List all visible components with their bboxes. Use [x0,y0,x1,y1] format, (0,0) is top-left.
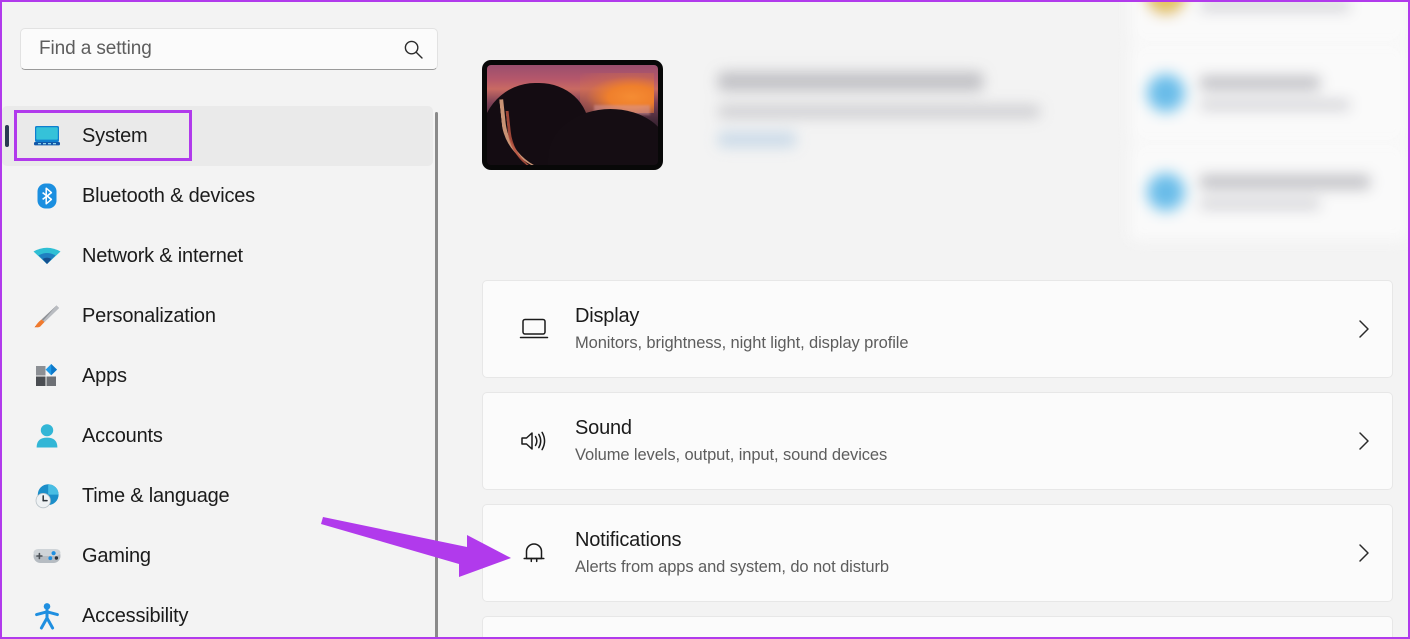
sidebar-item-label: Personalization [82,304,216,327]
sidebar-nav-list: System Bluetooth & devices Network & int… [2,106,439,637]
person-icon [30,419,64,453]
gamepad-icon [30,539,64,573]
bell-icon [511,539,557,567]
sidebar-item-system[interactable]: System [2,106,433,166]
accessibility-icon [30,599,64,633]
chevron-right-icon[interactable] [1336,430,1392,452]
blurred-icon [1146,172,1186,212]
rename-link-line [718,132,796,147]
selection-indicator [5,125,9,147]
search-box[interactable] [20,28,438,70]
chevron-right-icon[interactable] [1336,542,1392,564]
device-hero [482,60,1040,170]
blurred-card [1130,144,1408,240]
sidebar-scrollbar[interactable] [435,112,438,637]
sidebar-item-label: Network & internet [82,244,243,267]
sidebar-item-label: Apps [82,364,127,387]
sidebar-item-time-language[interactable]: Time & language [2,466,439,526]
blurred-card [1130,45,1408,141]
sidebar-item-apps[interactable]: Apps [2,346,439,406]
settings-card-title: Sound [575,417,632,439]
chevron-right-icon[interactable] [1336,318,1392,340]
sidebar-item-label: Gaming [82,544,151,567]
sidebar-item-network-internet[interactable]: Network & internet [2,226,439,286]
main-content: Display Monitors, brightness, night ligh… [439,2,1408,637]
sidebar: System Bluetooth & devices [2,2,439,637]
settings-card-sound[interactable]: Sound Volume levels, output, input, soun… [482,392,1393,490]
apps-grid-icon [30,359,64,393]
search-icon[interactable] [389,39,437,60]
settings-card-title: Display [575,305,640,327]
blurred-text [1200,2,1408,11]
blurred-icon [1146,2,1186,14]
blurred-text [1200,76,1408,110]
sidebar-item-label: Accessibility [82,604,189,627]
wallpaper-preview [487,65,658,165]
blurred-side-cards [1130,2,1408,243]
sidebar-item-gaming[interactable]: Gaming [2,526,439,586]
sidebar-item-personalization[interactable]: Personalization [2,286,439,346]
device-thumbnail [482,60,663,170]
sidebar-item-label: System [82,124,148,147]
sidebar-item-bluetooth-devices[interactable]: Bluetooth & devices [2,166,439,226]
clock-globe-icon [30,479,64,513]
blurred-card [1130,2,1408,42]
settings-card-text: Display Monitors, brightness, night ligh… [575,305,1336,353]
paintbrush-icon [30,299,64,333]
search-input[interactable] [21,38,389,60]
settings-card-subtitle: Monitors, brightness, night light, displ… [575,334,909,352]
sidebar-item-label: Accounts [82,424,163,447]
system-monitor-icon [30,119,64,153]
sidebar-item-label: Bluetooth & devices [82,184,255,207]
speaker-icon [511,428,557,454]
sidebar-item-label: Time & language [82,484,230,507]
device-name-line [718,72,983,91]
settings-card-display[interactable]: Display Monitors, brightness, night ligh… [482,280,1393,378]
settings-window: System Bluetooth & devices [0,0,1410,639]
settings-card-title: Notifications [575,529,682,551]
settings-card-subtitle: Volume levels, output, input, sound devi… [575,446,888,464]
settings-card-text: Notifications Alerts from apps and syste… [575,529,1336,577]
device-name-blurred [718,60,1040,161]
blurred-icon [1146,73,1186,113]
settings-card-list: Display Monitors, brightness, night ligh… [482,280,1393,637]
wifi-icon [30,239,64,273]
monitor-icon [511,316,557,342]
settings-card-text: Sound Volume levels, output, input, soun… [575,417,1336,465]
device-detail-line [718,105,1040,118]
settings-card-notifications[interactable]: Notifications Alerts from apps and syste… [482,504,1393,602]
sidebar-item-accounts[interactable]: Accounts [2,406,439,466]
bluetooth-icon [30,179,64,213]
blurred-text [1200,175,1408,209]
sidebar-item-accessibility[interactable]: Accessibility [2,586,439,637]
settings-card-subtitle: Alerts from apps and system, do not dist… [575,558,889,576]
settings-card-partial[interactable] [482,616,1393,637]
